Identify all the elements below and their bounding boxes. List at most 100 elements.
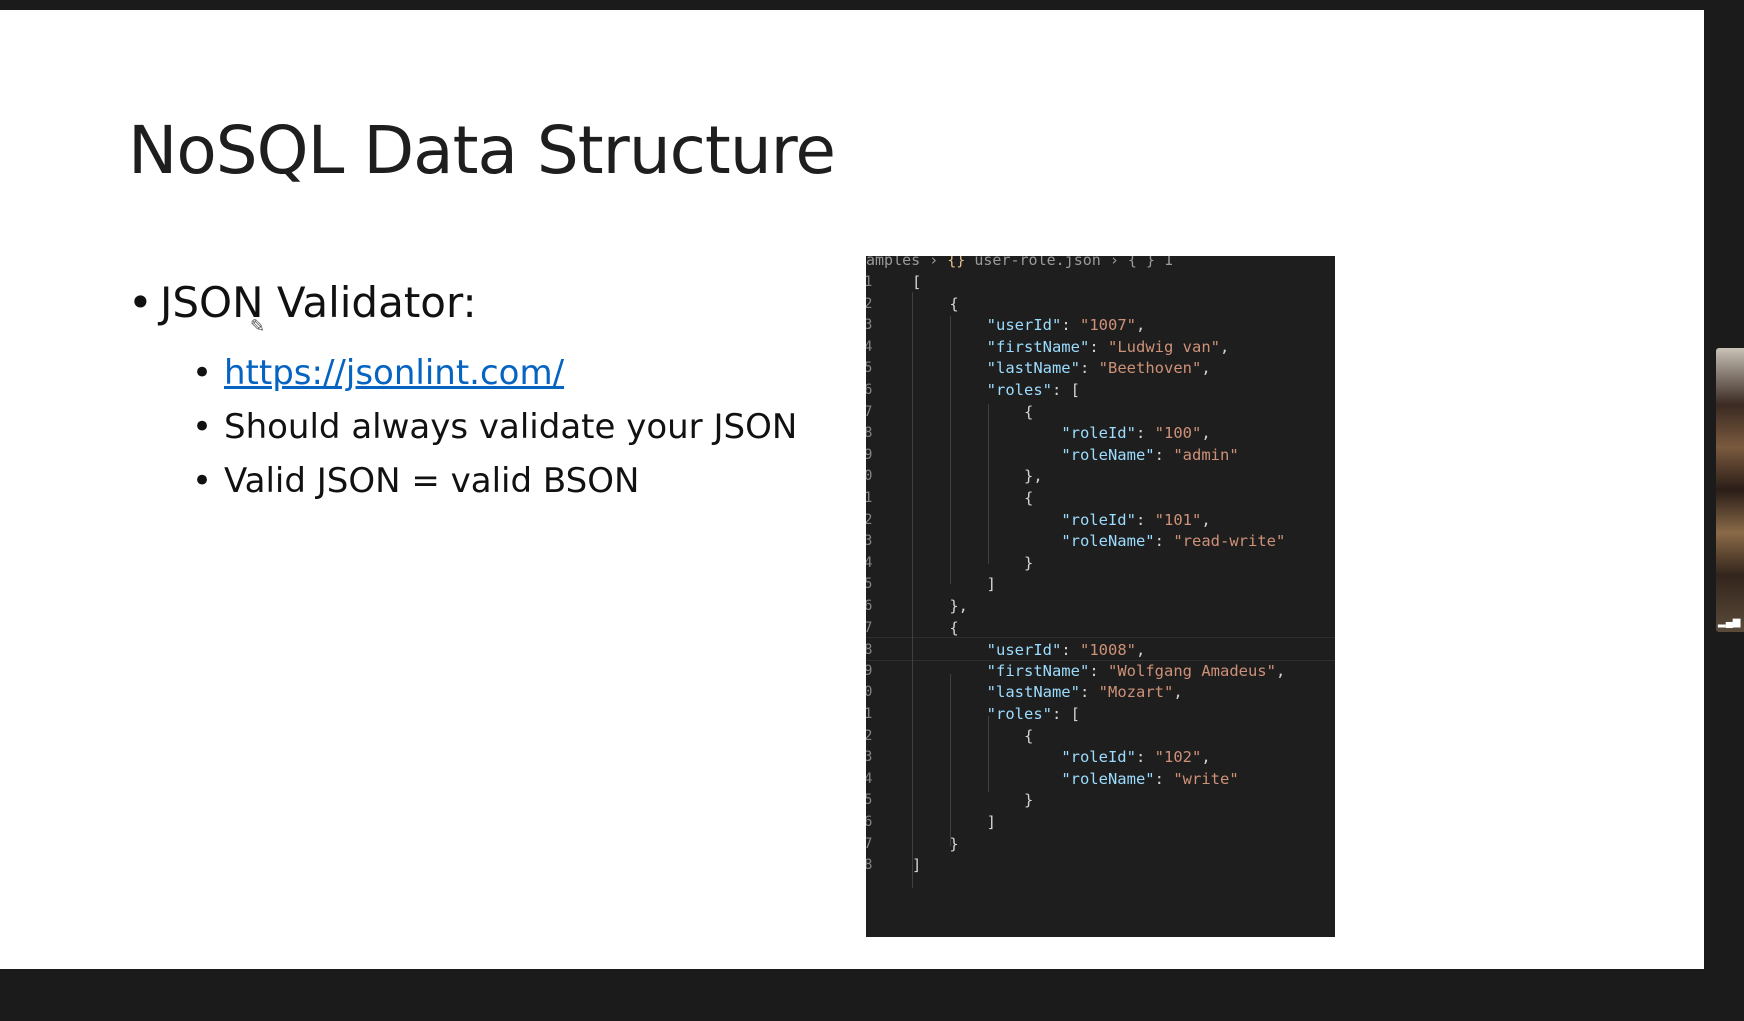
line-number: 7 xyxy=(866,403,873,420)
breadcrumb-file: user-role.json xyxy=(974,256,1101,269)
code-line: 3 "userId": "1007", xyxy=(866,313,1335,337)
code-line: 9 "roleName": "admin" xyxy=(866,443,1335,467)
code-text: "lastName": "Beethoven", xyxy=(986,359,1211,378)
code-line: 1 "roles": [ xyxy=(866,702,1335,726)
line-number: 1 xyxy=(866,490,873,506)
json-file-icon: {} xyxy=(947,256,966,269)
code-text: "roles": [ xyxy=(986,381,1080,399)
breadcrumb-separator: › xyxy=(929,256,948,269)
bullet-dot: • xyxy=(192,353,213,393)
code-line: 3 "roleId": "102", xyxy=(866,745,1335,769)
code-line: 4 "firstName": "Ludwig van", xyxy=(866,335,1335,359)
code-text: "roleName": "admin" xyxy=(1061,445,1239,464)
line-number: 3 xyxy=(866,749,873,766)
line-number: 0 xyxy=(866,468,873,485)
bullet-json-validator: • JSON Validator: xyxy=(128,278,477,327)
presentation-slide: NoSQL Data Structure • JSON Validator: ✎ … xyxy=(0,10,1704,969)
code-text: "roleId": "101", xyxy=(1061,510,1211,529)
line-number: 8 xyxy=(866,857,873,874)
line-number: 5 xyxy=(866,360,873,377)
sub-bullet-text: Valid JSON = valid BSON xyxy=(224,461,640,501)
code-line: 9 "firstName": "Wolfgang Amadeus", xyxy=(866,659,1335,683)
code-line: 6 }, xyxy=(866,594,1335,618)
signal-bars-icon: ▂▄▆ xyxy=(1718,617,1741,628)
line-number: 3 xyxy=(866,317,873,334)
code-text: "roleId": "100", xyxy=(1061,424,1211,443)
code-text: }, xyxy=(912,597,968,615)
line-number: 1 xyxy=(866,274,873,290)
code-line: 6 ] xyxy=(866,810,1335,834)
code-text: "roleId": "102", xyxy=(1061,748,1211,767)
code-line: 5 "lastName": "Beethoven", xyxy=(866,356,1335,380)
indent-guide xyxy=(912,292,913,888)
line-number: 3 xyxy=(866,533,873,550)
code-text: { xyxy=(912,726,1034,745)
breadcrumb-separator: › xyxy=(1109,256,1128,269)
code-line: 1[ xyxy=(866,270,1335,294)
code-line: 0 }, xyxy=(866,464,1335,488)
sub-bullet-text: Should always validate your JSON xyxy=(224,407,798,447)
pen-cursor-icon: ✎ xyxy=(250,316,266,336)
line-number: 8 xyxy=(866,425,873,442)
code-text: "lastName": "Mozart", xyxy=(986,683,1183,702)
line-number: 5 xyxy=(866,792,873,809)
code-text: } xyxy=(912,553,1034,572)
code-line: 3 "roleName": "read-write" xyxy=(866,529,1335,553)
line-number: 1 xyxy=(866,706,873,722)
code-text: "roleName": "write" xyxy=(1061,769,1239,788)
line-number: 4 xyxy=(866,554,873,571)
code-text: } xyxy=(912,834,959,853)
code-line: 7 } xyxy=(866,832,1335,856)
code-line: 6 "roles": [ xyxy=(866,378,1335,402)
editor-breadcrumb: amples › {} user-role.json › { } 1 xyxy=(866,256,1173,268)
line-number: 7 xyxy=(866,835,873,852)
code-line: 0 "lastName": "Mozart", xyxy=(866,680,1335,704)
line-number: 7 xyxy=(866,619,873,636)
code-line: 8] xyxy=(866,853,1335,877)
line-number: 4 xyxy=(866,338,873,355)
bullet-text: JSON Validator: xyxy=(160,278,477,327)
code-text: "firstName": "Wolfgang Amadeus", xyxy=(986,661,1286,680)
code-text: "roles": [ xyxy=(986,705,1080,723)
sub-bullet-item: • https://jsonlint.com/ xyxy=(192,346,797,400)
sub-bullet-item: • Should always validate your JSON xyxy=(192,400,797,454)
line-number: 0 xyxy=(866,684,873,701)
code-text: "roleName": "read-write" xyxy=(1061,532,1286,551)
code-text: ] xyxy=(912,813,996,831)
video-thumbnail[interactable]: ▂▄▆ xyxy=(1716,348,1744,632)
jsonlint-link[interactable]: https://jsonlint.com/ xyxy=(224,353,564,393)
line-number: 4 xyxy=(866,770,873,787)
code-text: { xyxy=(912,402,1034,421)
code-line: 5 ] xyxy=(866,572,1335,596)
code-text: ] xyxy=(912,856,922,875)
code-text: "userId": "1007", xyxy=(986,316,1146,335)
bullet-dot: • xyxy=(192,461,213,501)
code-text: }, xyxy=(912,467,1043,486)
sub-bullet-list: • https://jsonlint.com/ • Should always val… xyxy=(192,346,797,508)
breadcrumb-symbol: { } 1 xyxy=(1127,256,1174,269)
code-line: 4 "roleName": "write" xyxy=(866,767,1335,791)
code-text: { xyxy=(912,489,1034,507)
line-number: 2 xyxy=(866,727,873,744)
indent-guide xyxy=(988,716,989,792)
line-number: 6 xyxy=(866,382,873,398)
code-line: 2 { xyxy=(866,292,1335,316)
code-text: "firstName": "Ludwig van", xyxy=(986,337,1230,356)
code-text: ] xyxy=(912,575,996,594)
code-text: [ xyxy=(912,273,922,291)
code-screenshot: amples › {} user-role.json › { } 1 1[2 {… xyxy=(866,256,1335,937)
code-line: 4 } xyxy=(866,551,1335,575)
code-line: 5 } xyxy=(866,788,1335,812)
line-number: 9 xyxy=(866,446,873,463)
code-text: { xyxy=(912,618,959,637)
line-number: 2 xyxy=(866,511,873,528)
code-line: 2 { xyxy=(866,724,1335,748)
top-frame-bar xyxy=(0,0,1744,10)
line-number: 5 xyxy=(866,576,873,593)
breadcrumb-folder: amples xyxy=(866,256,921,269)
line-number: 6 xyxy=(866,598,873,614)
indent-guide xyxy=(988,404,989,564)
code-line: 8 "userId": "1008", xyxy=(866,637,1335,662)
slide-title: NoSQL Data Structure xyxy=(128,112,836,189)
indent-guide xyxy=(950,316,951,584)
